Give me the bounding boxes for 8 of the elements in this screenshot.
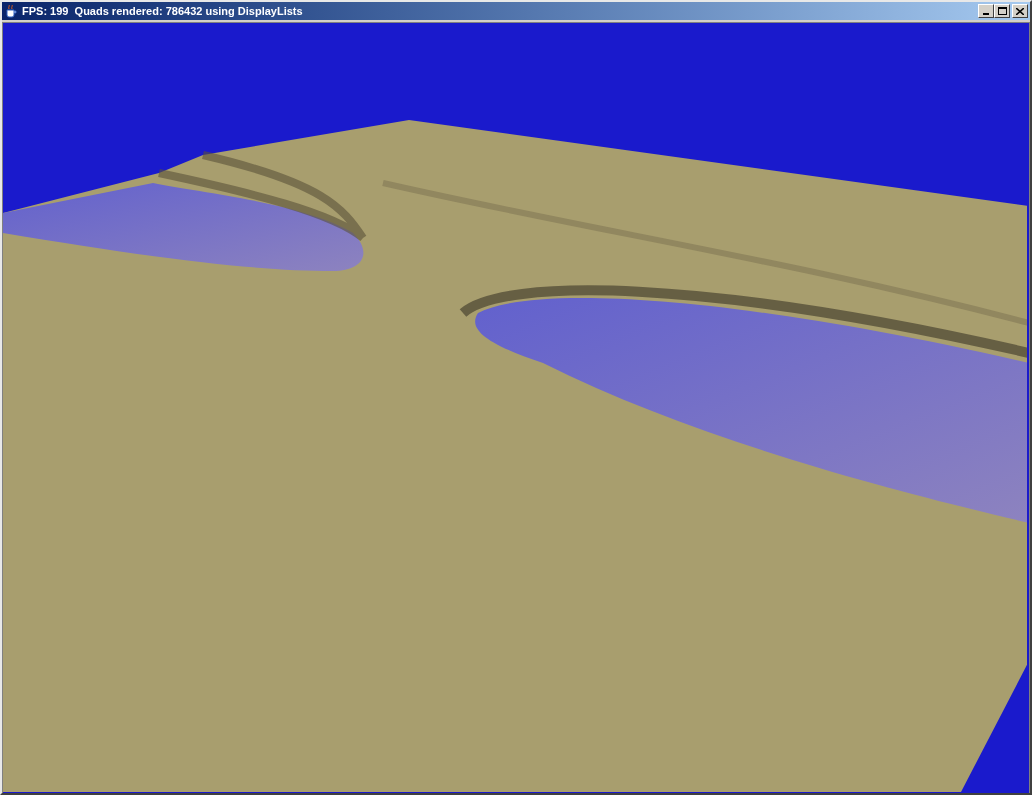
minimize-button[interactable]	[978, 4, 994, 18]
close-button[interactable]	[1012, 4, 1028, 18]
maximize-icon	[997, 7, 1007, 15]
coffee-cup-icon	[4, 4, 18, 18]
close-icon	[1016, 7, 1024, 15]
window-title: FPS: 199 Quads rendered: 786432 using DisplayLists	[22, 3, 304, 19]
minimize-icon	[983, 13, 989, 15]
maximize-button[interactable]	[994, 4, 1010, 18]
